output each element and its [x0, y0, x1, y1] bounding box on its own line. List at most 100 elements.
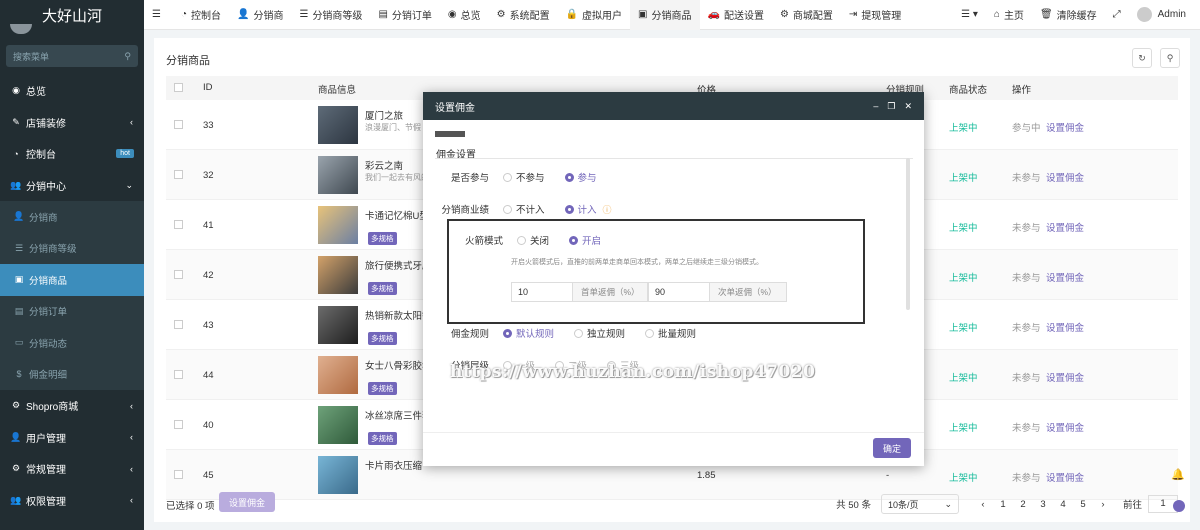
nav-tab-11[interactable]: ⇥ 提现管理: [841, 0, 909, 30]
set-commission-link[interactable]: 设置佣金: [1046, 320, 1084, 334]
select-all-checkbox[interactable]: [174, 83, 183, 92]
nav-tab-4[interactable]: ▤ 分销订单: [370, 0, 439, 30]
clear-cache-button[interactable]: 🗑 清除缓存: [1032, 0, 1105, 30]
top-navbar: ☰ ◔ 控制台 👤 分销商 ☰ 分销商等级 ▤ 分销订单 ◉ 总览 ⚙ 系统配置 🔒 虚拟用户 ▣ 分销商品 🚗 配…: [144, 0, 1200, 30]
page-1[interactable]: 1: [993, 499, 1013, 510]
performance-row: 分销商业绩 不计入 计入 ⓘ: [423, 202, 612, 216]
row-checkbox[interactable]: [174, 270, 183, 279]
rule-batch-radio[interactable]: 批量规则: [645, 326, 696, 340]
sidebar-item-8[interactable]: ▭ 分销动态: [0, 327, 144, 359]
row-checkbox[interactable]: [174, 470, 183, 479]
refresh-button[interactable]: ↻: [1132, 48, 1152, 68]
participate-status[interactable]: 未参与: [1012, 170, 1041, 184]
page-5[interactable]: 5: [1073, 499, 1093, 510]
participate-status[interactable]: 未参与: [1012, 220, 1041, 234]
rule-independent-radio[interactable]: 独立规则: [574, 326, 625, 340]
chevron-left-icon: ‹: [130, 495, 133, 506]
row-checkbox[interactable]: [174, 370, 183, 379]
sidebar-item-0[interactable]: ◉ 总览: [0, 75, 144, 107]
sidebar-item-3[interactable]: 👥 分销中心 ⌄: [0, 170, 144, 202]
performance-on-radio[interactable]: 计入: [564, 202, 597, 216]
nav-tab-6[interactable]: ⚙ 系统配置: [489, 0, 558, 30]
participate-status[interactable]: 未参与: [1012, 370, 1041, 384]
participate-status[interactable]: 未参与: [1012, 270, 1041, 284]
info-icon[interactable]: ⓘ: [603, 203, 612, 216]
prev-page-button[interactable]: ‹: [973, 499, 993, 510]
nav-tab-7[interactable]: 🔒 虚拟用户: [558, 0, 630, 30]
participate-status[interactable]: 未参与: [1012, 470, 1041, 484]
participate-status[interactable]: 未参与: [1012, 420, 1041, 434]
search-input[interactable]: 搜索菜单 ⚲: [6, 45, 138, 67]
participate-off-radio[interactable]: 不参与: [503, 170, 545, 184]
page-size-select[interactable]: 10条/页 ⌄: [880, 494, 959, 514]
sidebar-item-11[interactable]: 👤 用户管理 ‹: [0, 422, 144, 454]
nav-tab-2[interactable]: 👤 分销商: [229, 0, 291, 30]
minimize-icon[interactable]: –: [873, 101, 878, 112]
user-menu[interactable]: Admin: [1129, 0, 1200, 30]
chat-icon[interactable]: [1173, 500, 1185, 512]
next-page-button[interactable]: ›: [1093, 499, 1113, 510]
row-checkbox[interactable]: [174, 220, 183, 229]
row-checkbox[interactable]: [174, 420, 183, 429]
rule-default-radio[interactable]: 默认规则: [503, 326, 554, 340]
set-commission-link[interactable]: 设置佣金: [1046, 270, 1084, 284]
menu-grid-button[interactable]: ☰ ▾: [953, 0, 986, 30]
row-checkbox[interactable]: [174, 120, 183, 129]
sidebar-item-5[interactable]: ☰ 分销商等级: [0, 232, 144, 264]
participate-status[interactable]: 未参与: [1012, 320, 1041, 334]
performance-off-radio[interactable]: 不计入: [503, 202, 545, 216]
chevron-down-icon: ⌄: [125, 179, 133, 190]
set-commission-link[interactable]: 设置佣金: [1046, 470, 1084, 484]
sidebar-item-9[interactable]: $ 佣金明细: [0, 358, 144, 390]
maximize-icon[interactable]: ❐: [887, 101, 895, 112]
set-commission-link[interactable]: 设置佣金: [1046, 120, 1084, 134]
set-commission-link[interactable]: 设置佣金: [1046, 220, 1084, 234]
home-button[interactable]: ⌂ 主页: [986, 0, 1032, 30]
second-order-rate-input[interactable]: 90: [648, 282, 710, 302]
rocket-off-radio[interactable]: 关闭: [517, 233, 549, 247]
participate-on-radio[interactable]: 参与: [564, 170, 597, 184]
bell-icon[interactable]: 🔔: [1171, 468, 1185, 481]
fullscreen-button[interactable]: ⤢: [1105, 0, 1129, 30]
radio-checked-icon: [564, 172, 574, 182]
sidebar-item-12[interactable]: ⚙ 常规管理 ‹: [0, 453, 144, 485]
sidebar-item-1[interactable]: ✎ 店铺装修 ‹: [0, 107, 144, 139]
radio-icon: [645, 328, 655, 338]
file-icon: ▤: [378, 9, 388, 20]
search-button[interactable]: ⚲: [1160, 48, 1180, 68]
participate-row: 是否参与 不参与 参与: [423, 170, 617, 184]
nav-tab-8[interactable]: ▣ 分销商品: [630, 0, 700, 30]
participate-status[interactable]: 参与中: [1012, 120, 1041, 134]
rocket-on-radio[interactable]: 开启: [569, 233, 601, 247]
status-badge: 上架中: [949, 473, 978, 484]
list-icon: ☰: [14, 242, 24, 253]
sidebar-item-10[interactable]: ⚙ Shopro商城 ‹: [0, 390, 144, 422]
set-commission-link[interactable]: 设置佣金: [1046, 370, 1084, 384]
sidebar-item-6[interactable]: ▣ 分销商品: [0, 264, 144, 296]
page-2[interactable]: 2: [1013, 499, 1033, 510]
row-checkbox[interactable]: [174, 320, 183, 329]
nav-tab-3[interactable]: ☰ 分销商等级: [291, 0, 370, 30]
dialog-scrollbar[interactable]: [906, 158, 910, 310]
page-3[interactable]: 3: [1033, 499, 1053, 510]
card-icon: ▭: [14, 337, 24, 348]
sidebar-item-7[interactable]: ▤ 分销订单: [0, 295, 144, 327]
nav-tab-9[interactable]: 🚗 配送设置: [700, 0, 772, 30]
nav-tab-1[interactable]: ◔ 控制台: [173, 0, 229, 30]
status-badge: 上架中: [949, 423, 978, 434]
nav-tab-0[interactable]: ☰: [144, 0, 173, 30]
page-4[interactable]: 4: [1053, 499, 1073, 510]
nav-tab-5[interactable]: ◉ 总览: [440, 0, 489, 30]
confirm-button[interactable]: 确定: [873, 438, 911, 458]
set-commission-link[interactable]: 设置佣金: [1046, 420, 1084, 434]
selected-count: 已选择 0 项: [166, 501, 215, 512]
close-icon[interactable]: ✕: [904, 101, 912, 112]
sidebar-item-2[interactable]: ◔ 控制台 hot: [0, 138, 144, 170]
sidebar-item-13[interactable]: 👥 权限管理 ‹: [0, 485, 144, 517]
row-checkbox[interactable]: [174, 170, 183, 179]
bulk-set-commission-button[interactable]: 设置佣金: [219, 492, 275, 512]
set-commission-link[interactable]: 设置佣金: [1046, 170, 1084, 184]
first-order-rate-input[interactable]: 10: [511, 282, 573, 302]
nav-tab-10[interactable]: ⚙ 商城配置: [772, 0, 841, 30]
sidebar-item-4[interactable]: 👤 分销商: [0, 201, 144, 233]
